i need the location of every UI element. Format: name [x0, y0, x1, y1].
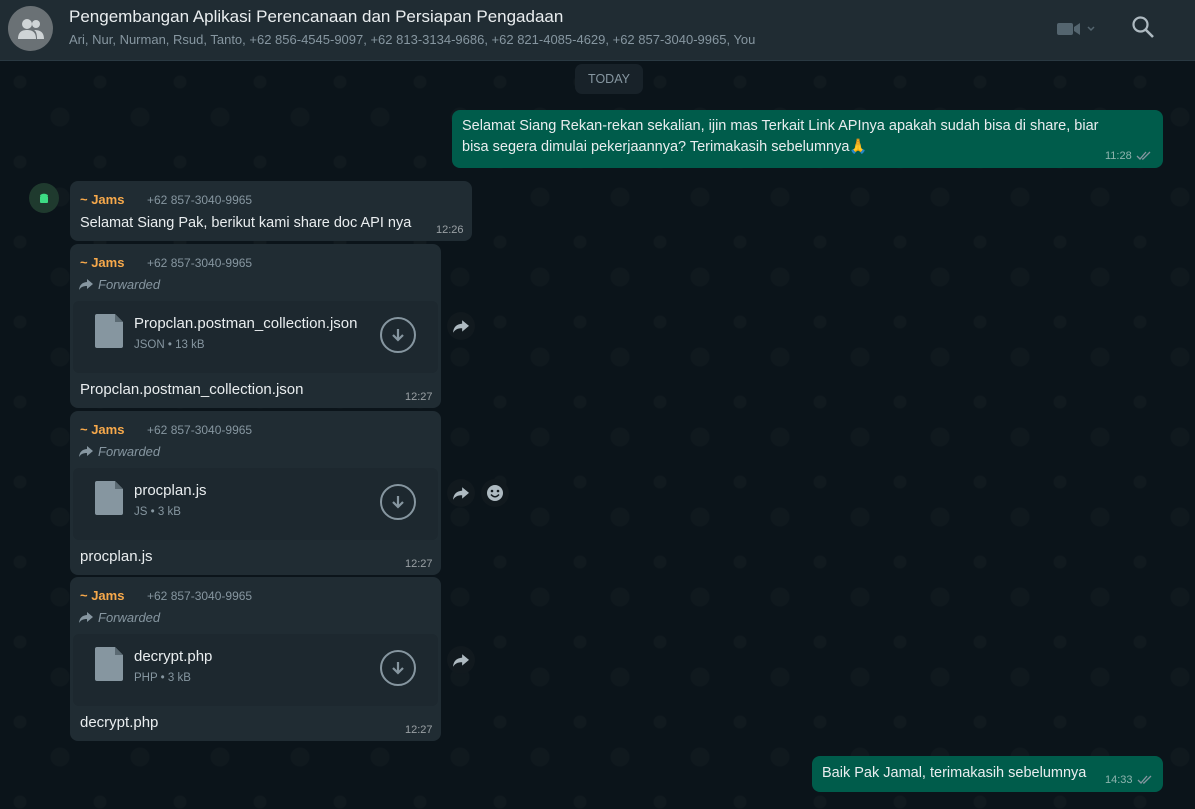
message-text-line: bisa segera dimulai pekerjaannya? Terima…: [462, 139, 868, 155]
date-divider: TODAY: [575, 64, 643, 94]
sender-phone: +62 857-3040-9965: [147, 423, 253, 437]
message-text: Baik Pak Jamal, terimakasih sebelumnya: [822, 765, 1087, 781]
forwarded-label: Forwarded: [79, 610, 160, 625]
group-icon: [17, 18, 44, 39]
message-time: 12:26: [436, 224, 464, 236]
file-size: 13 kB: [175, 339, 205, 351]
message-meta: 11:28: [1105, 150, 1152, 162]
file-message[interactable]: ~ Jams +62 857-3040-9965 Forwarded decry…: [70, 577, 441, 741]
emoji-icon: [487, 485, 503, 501]
chevron-down-icon: [1087, 26, 1095, 32]
forward-message-button[interactable]: [447, 646, 475, 674]
react-button[interactable]: [481, 479, 509, 507]
file-message[interactable]: ~ Jams +62 857-3040-9965 Forwarded procp…: [70, 411, 441, 575]
double-check-icon: [1136, 151, 1151, 160]
download-button[interactable]: [380, 650, 416, 686]
file-type: JS: [134, 506, 148, 518]
download-button[interactable]: [380, 317, 416, 353]
forward-icon: [453, 319, 469, 333]
sender-name[interactable]: ~ Jams: [80, 255, 124, 270]
message-time: 12:27: [405, 724, 433, 736]
file-caption: decrypt.php: [80, 714, 159, 731]
file-info: JSON • 13 kB: [134, 339, 205, 351]
double-check-icon: [1137, 775, 1151, 784]
file-caption: Propclan.postman_collection.json: [80, 381, 304, 398]
forward-icon: [453, 486, 469, 500]
chat-area[interactable]: TODAY Selamat Siang Rekan-rekan sekalian…: [0, 62, 1195, 809]
chat-header: Pengembangan Aplikasi Perencanaan dan Pe…: [0, 0, 1195, 61]
forwarded-label: Forwarded: [79, 444, 160, 459]
outgoing-message[interactable]: Baik Pak Jamal, terimakasih sebelumnya 1…: [812, 756, 1163, 792]
forwarded-label: Forwarded: [79, 277, 160, 292]
file-attachment[interactable]: decrypt.php PHP • 3 kB: [73, 634, 438, 706]
forward-icon: [79, 612, 93, 623]
message-time: 11:28: [1105, 150, 1132, 162]
search-icon: [1132, 16, 1154, 38]
forward-icon: [453, 653, 469, 667]
file-size: 3 kB: [167, 672, 191, 684]
message-meta: 12:27: [405, 391, 433, 403]
sender-phone: +62 857-3040-9965: [147, 256, 253, 270]
message-time: 12:27: [405, 391, 433, 403]
message-time: 14:33: [1105, 774, 1133, 786]
file-message[interactable]: ~ Jams +62 857-3040-9965 Forwarded Propc…: [70, 244, 441, 408]
message-meta: 12:27: [405, 558, 433, 570]
file-caption: procplan.js: [80, 548, 153, 565]
sender-name[interactable]: ~ Jams: [80, 588, 124, 603]
message-meta: 14:33: [1105, 774, 1153, 786]
group-avatar[interactable]: [8, 6, 53, 51]
document-icon: [95, 481, 123, 515]
message-text: Selamat Siang Pak, berikut kami share do…: [80, 215, 412, 231]
download-icon: [392, 496, 404, 509]
forward-message-button[interactable]: [447, 479, 475, 507]
file-attachment[interactable]: Propclan.postman_collection.json JSON • …: [73, 301, 438, 373]
forward-message-button[interactable]: [447, 312, 475, 340]
chat-title[interactable]: Pengembangan Aplikasi Perencanaan dan Pe…: [69, 7, 563, 27]
file-name: decrypt.php: [134, 648, 213, 665]
message-meta: 12:26: [436, 224, 464, 236]
file-type: PHP: [134, 672, 158, 684]
search-button[interactable]: [1131, 15, 1157, 41]
download-icon: [392, 329, 404, 342]
forward-icon: [79, 279, 93, 290]
sender-avatar[interactable]: [29, 183, 59, 213]
document-icon: [95, 314, 123, 348]
video-call-button[interactable]: [1057, 18, 1101, 40]
outgoing-message[interactable]: Selamat Siang Rekan-rekan sekalian, ijin…: [452, 110, 1163, 168]
sender-phone: +62 857-3040-9965: [147, 193, 253, 207]
file-type: JSON: [134, 339, 165, 351]
file-size: 3 kB: [157, 506, 181, 518]
video-call-icon: [1057, 23, 1080, 35]
download-icon: [392, 662, 404, 675]
incoming-message[interactable]: ~ Jams +62 857-3040-9965 Selamat Siang P…: [70, 181, 472, 241]
sender-name[interactable]: ~ Jams: [80, 422, 124, 437]
file-info: JS • 3 kB: [134, 506, 181, 518]
file-attachment[interactable]: procplan.js JS • 3 kB: [73, 468, 438, 540]
message-text-line: Selamat Siang Rekan-rekan sekalian, ijin…: [462, 118, 1099, 134]
sender-name[interactable]: ~ Jams: [80, 192, 124, 207]
forward-icon: [79, 446, 93, 457]
document-icon: [95, 647, 123, 681]
participants-list[interactable]: Ari, Nur, Nurman, Rsud, Tanto, +62 856-4…: [69, 32, 755, 47]
download-button[interactable]: [380, 484, 416, 520]
sender-phone: +62 857-3040-9965: [147, 589, 253, 603]
file-name: procplan.js: [134, 482, 207, 499]
message-meta: 12:27: [405, 724, 433, 736]
file-name: Propclan.postman_collection.json: [134, 315, 358, 332]
android-icon: [40, 193, 48, 203]
message-time: 12:27: [405, 558, 433, 570]
file-info: PHP • 3 kB: [134, 672, 191, 684]
